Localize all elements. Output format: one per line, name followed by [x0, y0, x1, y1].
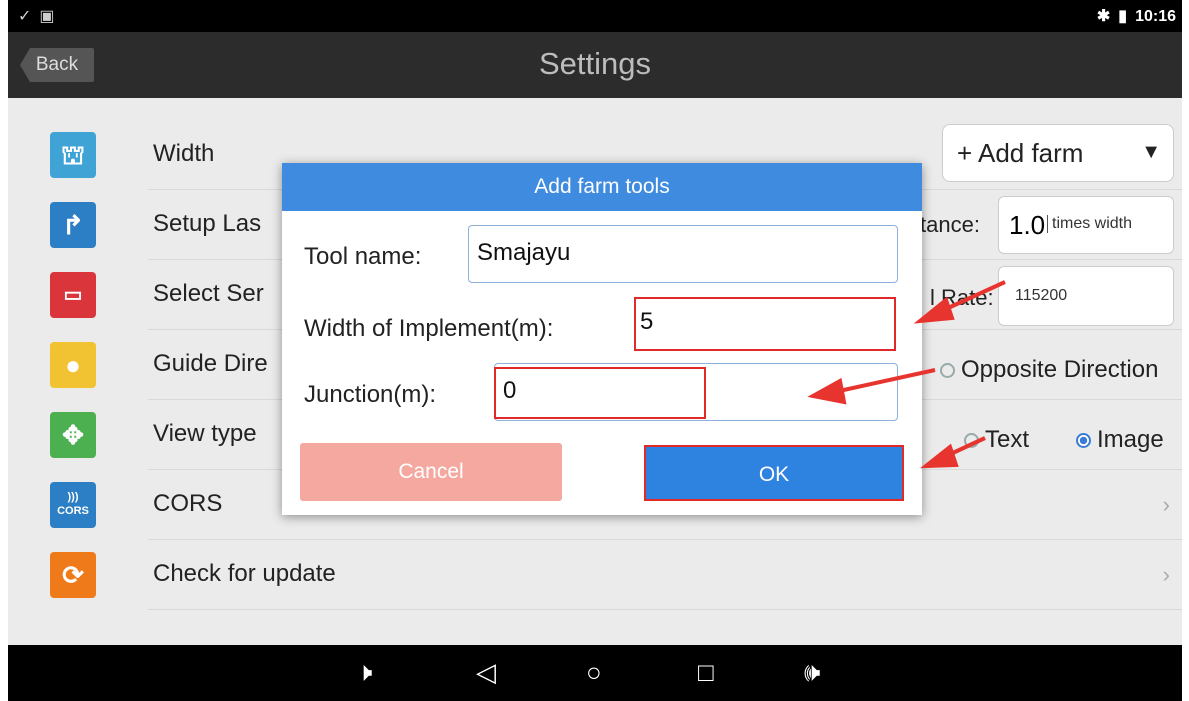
radio-image[interactable]: Image [1076, 426, 1164, 454]
width-of-implement-label: Width of Implement(m): [304, 315, 554, 342]
chevron-right-icon: › [1162, 562, 1170, 587]
settings-row-update[interactable]: ⟳ Check for update › [8, 540, 1182, 610]
row-label: Setup Las [153, 210, 262, 237]
highlight-box [494, 367, 706, 419]
direction-icon: ● [50, 342, 96, 388]
view-icon: ✥ [50, 412, 96, 458]
volume-up-icon[interactable]: 🕪 [804, 657, 820, 689]
caret-down-icon: ▼ [1141, 141, 1161, 163]
path-icon: ↱ [50, 202, 96, 248]
implement-icon: ⛫ [50, 132, 96, 178]
home-icon[interactable]: ○ [586, 657, 602, 688]
tool-name-label: Tool name: [304, 243, 422, 270]
cancel-button[interactable]: Cancel [300, 443, 562, 501]
update-icon: ⟳ [50, 552, 96, 598]
status-time: 10:16 [1135, 8, 1176, 25]
dialog-title: Add farm tools [282, 163, 922, 211]
battery-icon: ▮ [1118, 8, 1128, 25]
recents-icon[interactable]: □ [698, 657, 714, 688]
add-farm-tools-dialog: Add farm tools Tool name: Smajayu Width … [282, 163, 922, 515]
baud-rate-input[interactable]: 115200 [998, 266, 1174, 326]
baud-rate-label: l Rate: [930, 285, 994, 310]
distance-label: tance: [920, 212, 980, 237]
row-label: Select Ser [153, 280, 264, 307]
highlight-box [634, 297, 896, 351]
radio-opposite-direction[interactable]: Opposite Direction [940, 356, 1158, 384]
tool-name-input[interactable]: Smajayu [468, 225, 898, 283]
row-label: View type [153, 420, 257, 447]
distance-input[interactable]: 1.0 times width [998, 196, 1174, 254]
check-icon: ✓ [18, 8, 32, 25]
image-icon: ▣ [39, 8, 55, 25]
volume-down-icon[interactable]: 🕨 [356, 657, 372, 689]
serial-port-icon: ▭ [50, 272, 96, 318]
cors-icon: ))) CORS [50, 482, 96, 528]
status-bar: ✓ ▣ ✱ ▮ 10:16 [8, 0, 1182, 32]
chevron-right-icon: › [1162, 492, 1170, 517]
back-icon[interactable]: ◁ [476, 657, 496, 688]
row-label: Width [153, 140, 215, 167]
row-label: Guide Dire [153, 350, 268, 377]
app-frame: ✓ ▣ ✱ ▮ 10:16 Back Settings ⛫ Width ↱ Setup… [8, 0, 1182, 701]
page-title: Settings [538, 46, 651, 81]
ok-button[interactable]: OK [644, 445, 904, 501]
row-label: CORS [153, 490, 223, 517]
radio-text[interactable]: Text [964, 426, 1029, 454]
title-bar: Back Settings [8, 32, 1182, 98]
row-label: Check for update [153, 560, 336, 587]
add-farm-dropdown[interactable]: + Add farm ▼ [942, 124, 1174, 182]
navigation-bar: 🕨 ◁ ○ □ 🕪 [8, 645, 1182, 701]
bluetooth-icon: ✱ [1096, 8, 1111, 25]
junction-label: Junction(m): [304, 381, 437, 408]
